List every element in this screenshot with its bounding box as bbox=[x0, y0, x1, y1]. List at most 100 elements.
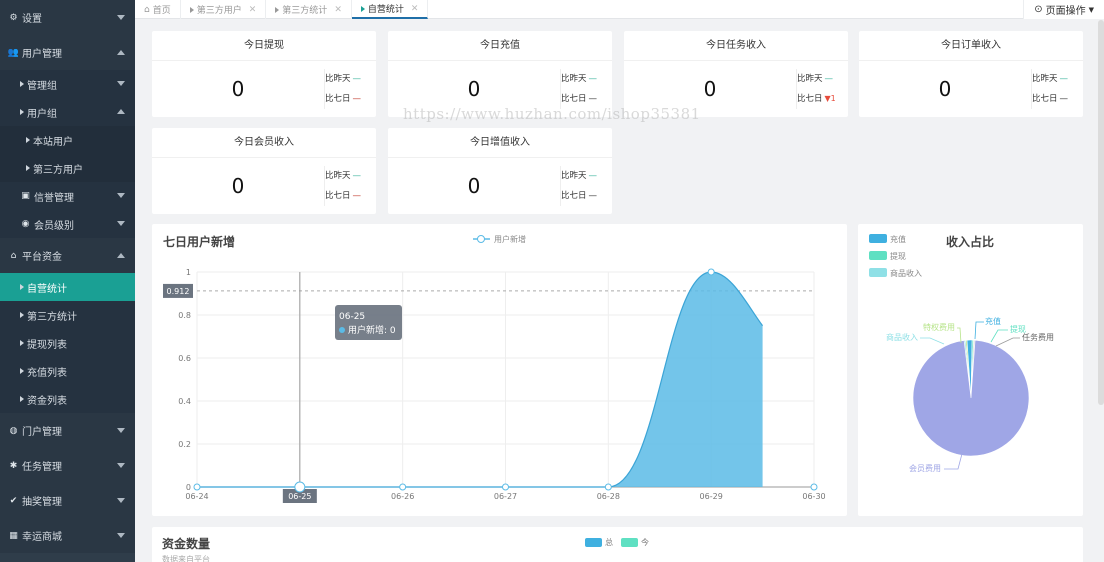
caret-right-icon bbox=[20, 340, 24, 346]
sidebar-item-5[interactable]: 第三方用户 bbox=[0, 154, 135, 182]
stat-compare: 比昨天 — 比七日 — bbox=[560, 69, 612, 109]
chevron-up-icon bbox=[117, 49, 125, 55]
data-point[interactable] bbox=[502, 483, 509, 491]
sidebar-item-label: 自营统计 bbox=[27, 283, 67, 295]
tab-label: 自营统计 bbox=[367, 5, 404, 15]
stat-value: 0 bbox=[231, 174, 245, 198]
sidebar-item-3[interactable]: 用户组 bbox=[0, 98, 135, 126]
x-tick-label: 06-27 bbox=[494, 492, 517, 501]
data-point[interactable] bbox=[810, 483, 818, 491]
sidebar-item-6[interactable]: ▣ 信誉管理 bbox=[0, 182, 135, 210]
funds-legend: 总 今 bbox=[585, 537, 649, 548]
sidebar-item-11[interactable]: 提现列表 bbox=[0, 329, 135, 357]
data-point[interactable] bbox=[294, 481, 306, 493]
pie-label-line bbox=[990, 329, 1008, 343]
sidebar-item-label: 第三方用户 bbox=[33, 164, 83, 176]
stat-compare: 比昨天 — 比七日 — bbox=[324, 69, 376, 109]
legend-swatch bbox=[869, 268, 887, 277]
compare-yesterday: 比昨天 — bbox=[325, 166, 376, 186]
sidebar-item-17[interactable]: ▦ 幸运商城 bbox=[0, 518, 135, 553]
compare-week-label: 比七日 bbox=[797, 94, 823, 104]
y-tick-label: 0 bbox=[186, 483, 191, 492]
sidebar-item-label: 用户管理 bbox=[22, 49, 62, 60]
page-ops-label: 页面操作 bbox=[1045, 6, 1086, 17]
caret-right-icon bbox=[20, 81, 24, 87]
data-point[interactable] bbox=[193, 483, 201, 491]
data-point[interactable] bbox=[399, 483, 407, 491]
tab-3[interactable]: 自营统计 ✕ bbox=[351, 0, 429, 19]
tab-label: 第三方用户 bbox=[196, 6, 242, 16]
compare-yesterday-label: 比昨天 bbox=[325, 171, 351, 181]
page-ops-button[interactable]: ⊙ 页面操作 ▼ bbox=[1023, 0, 1104, 19]
chevron-down-icon bbox=[117, 81, 125, 86]
data-point[interactable] bbox=[707, 268, 715, 276]
caret-right-icon bbox=[20, 312, 24, 318]
sidebar-item-label: 幸运商城 bbox=[22, 532, 62, 543]
sidebar-item-13[interactable]: 资金列表 bbox=[0, 385, 135, 413]
compare-week-value: ▼1 bbox=[824, 94, 836, 103]
compare-yesterday: 比昨天 — bbox=[797, 69, 848, 89]
tooltip-marker bbox=[339, 327, 345, 333]
sidebar-item-label: 充值列表 bbox=[27, 367, 67, 379]
pie-label-line bbox=[974, 321, 984, 340]
sidebar-item-0[interactable]: ⚙ 设置 bbox=[0, 0, 135, 35]
y-tick-label: 1 bbox=[186, 268, 191, 277]
pie-slice-label: 任务费用 bbox=[1022, 332, 1054, 342]
sidebar-item-16[interactable]: ✔ 抽奖管理 bbox=[0, 483, 135, 518]
compare-yesterday-value: — bbox=[588, 74, 598, 84]
close-icon[interactable]: ✕ bbox=[411, 4, 419, 14]
sidebar-item-14[interactable]: ◍ 门户管理 bbox=[0, 413, 135, 448]
chevron-down-icon bbox=[117, 193, 125, 198]
funds-chart-subtitle: 数据来自平台 bbox=[162, 555, 210, 562]
data-point[interactable] bbox=[604, 483, 612, 491]
legend-label: 商品收入 bbox=[890, 268, 922, 278]
x-tick-label: 06-30 bbox=[802, 492, 825, 501]
close-icon[interactable]: ✕ bbox=[249, 5, 257, 15]
funds-chart-card: 资金数量 数据来自平台 总 今 bbox=[152, 527, 1083, 562]
pie-legend-item[interactable]: 提现 bbox=[869, 251, 906, 261]
compare-week-value: — bbox=[588, 94, 598, 104]
sidebar-item-8[interactable]: ⌂ 平台资金 bbox=[0, 238, 135, 273]
caret-right-icon bbox=[20, 284, 24, 290]
sidebar-item-12[interactable]: 充值列表 bbox=[0, 357, 135, 385]
tab-bar: ⌂ 首页 第三方用户 ✕ 第三方统计 ✕ 自营统计 ✕ bbox=[135, 0, 1104, 19]
caret-right-icon bbox=[360, 5, 365, 12]
x-tick-label: 06-26 bbox=[391, 492, 414, 501]
users-chart-legend[interactable]: 用户新增 bbox=[473, 234, 526, 244]
sidebar-item-10[interactable]: 第三方统计 bbox=[0, 301, 135, 329]
sidebar-item-label: 任务管理 bbox=[22, 462, 62, 473]
caret-right-icon bbox=[275, 6, 280, 13]
page-scrollbar[interactable] bbox=[1098, 20, 1104, 405]
shop-icon: ▦ bbox=[9, 530, 18, 541]
stat-card-3: 今日订单收入 0 比昨天 — 比七日 — bbox=[859, 31, 1083, 117]
legend-marker bbox=[477, 235, 485, 243]
tab-2[interactable]: 第三方统计 ✕ bbox=[266, 0, 352, 19]
sidebar-item-7[interactable]: ◉ 会员级别 bbox=[0, 210, 135, 238]
compare-week: 比七日 — bbox=[325, 186, 376, 206]
compare-week: 比七日 ▼1 bbox=[797, 89, 848, 109]
sidebar-item-label: 用户组 bbox=[27, 108, 57, 120]
stat-title: 今日增值收入 bbox=[388, 128, 612, 158]
income-pie-chart: 充值提现商品收入会员费用商品收入特权费用充值提现任务费用 bbox=[869, 234, 1054, 473]
stat-card-2: 今日任务收入 0 比昨天 — 比七日 ▼1 bbox=[624, 31, 848, 117]
chart-tooltip: 06-25 用户新增: 0 bbox=[335, 305, 402, 340]
caret-right-icon bbox=[189, 6, 194, 13]
tab-1[interactable]: 第三方用户 ✕ bbox=[181, 0, 267, 19]
y-tick-label: 0.6 bbox=[178, 354, 191, 363]
tab-0[interactable]: ⌂ 首页 bbox=[135, 0, 181, 19]
legend-label: 用户新增 bbox=[494, 234, 526, 244]
sidebar-item-9[interactable]: 自营统计 bbox=[0, 273, 135, 301]
pie-slice-label: 特权费用 bbox=[923, 322, 955, 332]
close-icon[interactable]: ✕ bbox=[334, 5, 342, 15]
sidebar-item-4[interactable]: 本站用户 bbox=[0, 126, 135, 154]
sidebar-item-2[interactable]: 管理组 bbox=[0, 70, 135, 98]
tab-label: 第三方统计 bbox=[282, 6, 328, 16]
pie-legend-item[interactable]: 充值 bbox=[869, 234, 906, 244]
pie-legend-item[interactable]: 商品收入 bbox=[869, 268, 922, 278]
compare-week-value: — bbox=[352, 94, 362, 104]
home-icon: ⌂ bbox=[144, 4, 150, 15]
sidebar-item-1[interactable]: 👥 用户管理 bbox=[0, 35, 135, 70]
users-icon: 👥 bbox=[7, 47, 20, 58]
user-circle-icon: ◉ bbox=[21, 219, 30, 229]
sidebar-item-15[interactable]: ✱ 任务管理 bbox=[0, 448, 135, 483]
